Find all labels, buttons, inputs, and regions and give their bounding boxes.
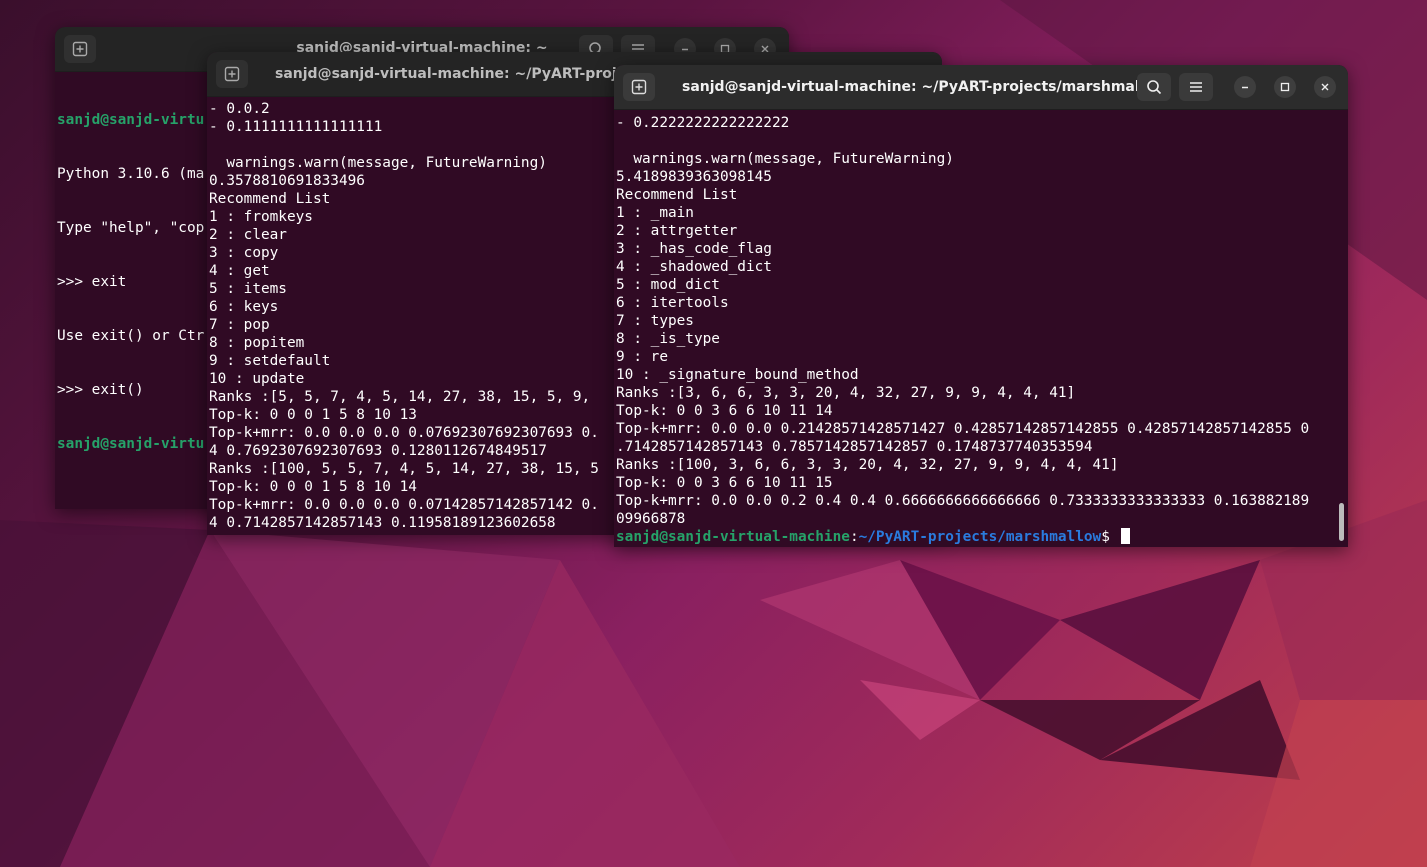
terminal-output[interactable]: - 0.2222222222222222 warnings.warn(messa… [614,110,1348,547]
minimize-button[interactable] [1234,76,1256,98]
new-tab-icon [224,66,240,82]
terminal-line: 3 : _has_code_flag [616,241,772,257]
terminal-line: 8 : _is_type [616,331,720,347]
terminal-line: 6 : itertools [616,295,729,311]
new-tab-button[interactable] [623,73,655,101]
close-icon [1321,83,1329,91]
terminal-window-marshmallow[interactable]: sanjd@sanjd-virtual-machine: ~/PyART-pro… [614,65,1348,547]
prompt-separator: : [849,529,859,545]
terminal-line: 2 : attrgetter [616,223,738,239]
window-title: sanjd@sanjd-virtual-machine: ~/PyART-pro… [682,79,1168,95]
titlebar[interactable]: sanjd@sanjd-virtual-machine: ~/PyART-pro… [614,65,1348,110]
search-button[interactable] [1137,73,1171,101]
terminal-line: 09966878 [616,511,686,527]
prompt-line[interactable]: sanjd@sanjd-virtual-machine:~/PyART-proj… [616,528,1346,546]
new-tab-icon [631,79,647,95]
new-tab-button[interactable] [216,60,248,88]
terminal-line: 1 : _main [616,205,694,221]
maximize-button[interactable] [1274,76,1296,98]
terminal-line: Top-k: 0 0 3 6 6 10 11 14 [616,403,833,419]
terminal-line: .7142857142857143 0.7857142857142857 0.1… [616,439,1093,455]
prompt-path: ~/PyART-projects/marshmallow [858,529,1102,545]
close-button[interactable] [1314,76,1336,98]
terminal-line: Top-k+mrr: 0.0 0.0 0.21428571428571427 0… [616,421,1310,437]
terminal-line: Ranks :[3, 6, 6, 3, 3, 20, 4, 32, 27, 9,… [616,385,1076,401]
search-icon [1147,80,1162,95]
terminal-line: Top-k+mrr: 0.0 0.0 0.2 0.4 0.4 0.6666666… [616,493,1310,509]
prompt-user: sanjd@sanjd-virtu [57,112,205,128]
terminal-line: Ranks :[100, 3, 6, 6, 3, 3, 20, 4, 32, 2… [616,457,1119,473]
window-title: sanjd@sanjd-virtual-machine: ~/PyART-pro… [275,66,650,82]
terminal-line: 10 : _signature_bound_method [616,367,859,383]
prompt-dollar: $ [1101,529,1119,545]
text-cursor [1120,528,1130,544]
hamburger-menu-icon [1190,82,1202,92]
scrollbar[interactable] [1339,503,1344,541]
terminal-line: - 0.2222222222222222 [616,115,790,131]
minimize-icon [1242,86,1248,89]
prompt-user: sanjd@sanjd-virtu [57,436,205,452]
terminal-line: Top-k: 0 0 3 6 6 10 11 15 [616,475,833,491]
terminal-line: 9 : re [616,349,668,365]
terminal-line: 5.4189839363098145 [616,169,772,185]
prompt-user: sanjd@sanjd-virtual-machine [616,529,850,545]
terminal-line: Recommend List [616,187,738,203]
menu-button[interactable] [1179,73,1213,101]
terminal-line: warnings.warn(message, FutureWarning) [616,151,954,167]
terminal-line: 5 : mod_dict [616,277,720,293]
terminal-line: 4 : _shadowed_dict [616,259,772,275]
terminal-line: 7 : types [616,313,694,329]
maximize-icon [1280,82,1290,92]
